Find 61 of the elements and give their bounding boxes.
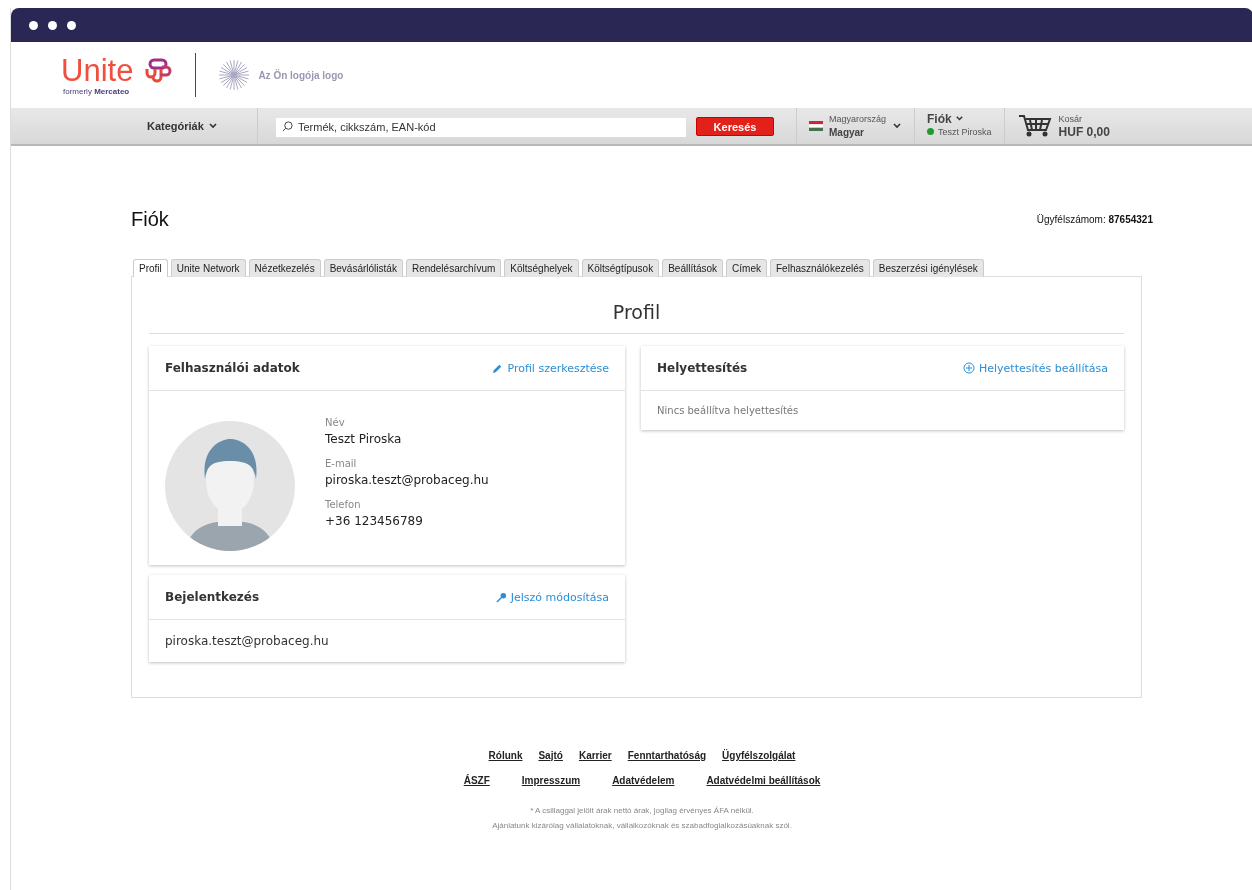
footer-link[interactable]: Ügyfélszolgálat [722,750,796,761]
tab[interactable]: Költségtípusok [581,259,660,277]
footer-link[interactable]: Sajtó [538,750,563,761]
partner-logo-text: Az Ön logója logo [258,69,344,81]
tab[interactable]: Rendelésarchívum [405,259,502,277]
tab[interactable]: Beállítások [662,259,724,277]
categories-menu[interactable]: Kategóriák [147,108,258,144]
chevron-down-icon [955,114,965,123]
footer-link[interactable]: ÁSZF [463,775,490,786]
window-dot [29,20,38,30]
footer-link[interactable]: Karrier [578,750,612,761]
tab[interactable]: Beszerzési igénylések [872,259,984,277]
country-selector[interactable]: Magyarország Magyar [796,108,915,144]
footer-note: * A csillaggal jelölt árak nettó árak, jogilag érvényes ÁFA nélkül. [530,806,754,815]
cart-button[interactable]: Kosár HUF 0,00 [1003,108,1122,144]
card-title: Helyettesítés [657,361,748,375]
footer-link[interactable]: Fenntarthatóság [627,750,707,761]
plus-circle-icon [962,362,975,374]
field-value: piroska.teszt@probaceg.hu [325,473,489,487]
tab[interactable]: Unite Network [170,259,246,277]
footer-link[interactable]: Impresszum [521,775,581,786]
starburst-logo-icon [218,59,251,91]
login-email: piroska.teszt@probaceg.hu [165,634,329,648]
section-title: Profil [149,277,1124,334]
key-icon [495,591,507,603]
change-password-link[interactable]: Jelszó módosítása [495,590,610,604]
shopping-cart-icon [1016,114,1053,138]
field-value: +36 123456789 [325,514,424,528]
tab[interactable]: Költséghelyek [504,259,579,277]
search-field[interactable]: Termék, cikkszám, EAN-kód [276,117,686,137]
footer-link[interactable]: Rólunk [488,750,523,761]
tab[interactable]: Címek [726,259,767,277]
flag-icon [809,121,823,131]
page-title: Fiók [131,208,169,231]
field-value: Teszt Piroska [325,432,403,446]
footer-link[interactable]: Adatvédelem [612,775,675,786]
tab[interactable]: Felhasználókezelés [770,259,870,277]
footer-link[interactable]: Adatvédelmi beállítások [706,775,821,786]
former-name-text: formerly Mercateo [63,86,131,96]
search-icon [282,121,293,132]
chevron-down-icon [892,121,903,131]
window-dot [48,20,57,30]
window-dot [67,20,76,30]
account-menu[interactable]: Fiók Teszt Piroska [914,108,1004,144]
footer-note: Ajánlatunk kizárólag vállalatoknak, vállalkozóknak és szabadfoglalkozásúaknak szól. [492,821,792,830]
chevron-down-icon [207,121,218,131]
search-button[interactable]: Keresés [696,117,774,136]
customer-number: Ügyfélszámom: 87654321 [1036,214,1153,225]
tab[interactable]: Bevásárlólisták [323,259,403,277]
field-label: Név [325,417,346,428]
field-label: E-mail [325,458,358,469]
empty-state-text: Nincs beállítva helyettesítés [657,405,799,416]
edit-profile-link[interactable]: Profil szerkesztése [492,361,610,375]
tab[interactable]: Profil [133,259,168,277]
set-substitution-link[interactable]: Helyettesítés beállítása [962,361,1108,375]
tab[interactable]: Nézetkezelés [248,259,321,277]
card-title: Felhasználói adatok [165,361,300,375]
brand-logo-text: Unite [61,54,134,87]
pencil-icon [492,362,504,374]
field-label: Telefon [325,499,362,510]
card-title: Bejelentkezés [165,590,260,604]
